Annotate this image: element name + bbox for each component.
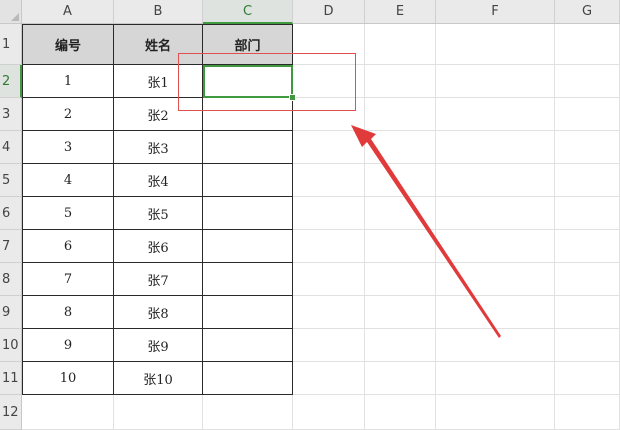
cell-f1[interactable]	[436, 24, 555, 65]
cell-c10[interactable]	[203, 329, 293, 362]
table-header-cell[interactable]: 编号	[22, 24, 114, 65]
cell-e2[interactable]	[365, 65, 436, 98]
row-header-7[interactable]: 7	[0, 230, 22, 263]
cell-d4[interactable]	[293, 131, 365, 164]
cell-a12[interactable]	[22, 395, 114, 430]
cell-e3[interactable]	[365, 98, 436, 131]
row-header-3[interactable]: 3	[0, 98, 22, 131]
cell-g8[interactable]	[555, 263, 620, 296]
cell-e12[interactable]	[365, 395, 436, 430]
cell-g3[interactable]	[555, 98, 620, 131]
column-header-f[interactable]: F	[436, 0, 555, 24]
cell-c7[interactable]	[203, 230, 293, 263]
cell-f9[interactable]	[436, 296, 555, 329]
cell-c6[interactable]	[203, 197, 293, 230]
cell-d9[interactable]	[293, 296, 365, 329]
cell-c8[interactable]	[203, 263, 293, 296]
cell-b9[interactable]: 张8	[114, 296, 203, 329]
cell-e4[interactable]	[365, 131, 436, 164]
cell-a3[interactable]: 2	[22, 98, 114, 131]
select-all-corner[interactable]	[0, 0, 22, 24]
cell-f4[interactable]	[436, 131, 555, 164]
column-header-a[interactable]: A	[22, 0, 114, 24]
cell-b12[interactable]	[114, 395, 203, 430]
annotation-highlight-box	[178, 53, 356, 111]
row-header-10[interactable]: 10	[0, 329, 22, 362]
cell-d5[interactable]	[293, 164, 365, 197]
cell-g2[interactable]	[555, 65, 620, 98]
cell-d12[interactable]	[293, 395, 365, 430]
cell-f5[interactable]	[436, 164, 555, 197]
row-header-11[interactable]: 11	[0, 362, 22, 395]
cell-b8[interactable]: 张7	[114, 263, 203, 296]
cell-d6[interactable]	[293, 197, 365, 230]
cell-e10[interactable]	[365, 329, 436, 362]
cell-d8[interactable]	[293, 263, 365, 296]
column-header-g[interactable]: G	[555, 0, 620, 24]
cell-a5[interactable]: 4	[22, 164, 114, 197]
cell-f6[interactable]	[436, 197, 555, 230]
row-header-5[interactable]: 5	[0, 164, 22, 197]
cell-d11[interactable]	[293, 362, 365, 395]
cell-b7[interactable]: 张6	[114, 230, 203, 263]
spreadsheet[interactable]: A B C D E F G 1 2 3 4 5 6 7 8 9 10 11 12 编号 姓名 部门 1 张1 2 张2 3 张3 4 张4…	[0, 0, 620, 430]
cell-c12[interactable]	[203, 395, 293, 430]
cell-e7[interactable]	[365, 230, 436, 263]
cell-f7[interactable]	[436, 230, 555, 263]
cell-f2[interactable]	[436, 65, 555, 98]
cell-b11[interactable]: 张10	[114, 362, 203, 395]
cell-e9[interactable]	[365, 296, 436, 329]
cell-a2[interactable]: 1	[22, 65, 114, 98]
cell-e11[interactable]	[365, 362, 436, 395]
cell-e6[interactable]	[365, 197, 436, 230]
cell-g9[interactable]	[555, 296, 620, 329]
row-header-8[interactable]: 8	[0, 263, 22, 296]
row-header-1[interactable]: 1	[0, 24, 22, 65]
cell-b5[interactable]: 张4	[114, 164, 203, 197]
column-header-b[interactable]: B	[114, 0, 203, 24]
cell-f8[interactable]	[436, 263, 555, 296]
cell-g11[interactable]	[555, 362, 620, 395]
cell-f12[interactable]	[436, 395, 555, 430]
cell-g7[interactable]	[555, 230, 620, 263]
cell-f10[interactable]	[436, 329, 555, 362]
column-header-d[interactable]: D	[293, 0, 365, 24]
cell-a9[interactable]: 8	[22, 296, 114, 329]
row-header-6[interactable]: 6	[0, 197, 22, 230]
row-header-4[interactable]: 4	[0, 131, 22, 164]
row-header-12[interactable]: 12	[0, 395, 22, 430]
cell-c5[interactable]	[203, 164, 293, 197]
cell-c9[interactable]	[203, 296, 293, 329]
cell-a7[interactable]: 6	[22, 230, 114, 263]
column-header-c[interactable]: C	[203, 0, 293, 24]
cell-g5[interactable]	[555, 164, 620, 197]
cell-g12[interactable]	[555, 395, 620, 430]
cell-g4[interactable]	[555, 131, 620, 164]
cell-f3[interactable]	[436, 98, 555, 131]
row-header-9[interactable]: 9	[0, 296, 22, 329]
cell-b6[interactable]: 张5	[114, 197, 203, 230]
cell-e8[interactable]	[365, 263, 436, 296]
cell-d7[interactable]	[293, 230, 365, 263]
cell-b10[interactable]: 张9	[114, 329, 203, 362]
cell-b4[interactable]: 张3	[114, 131, 203, 164]
cell-g10[interactable]	[555, 329, 620, 362]
column-header-e[interactable]: E	[365, 0, 436, 24]
cell-f11[interactable]	[436, 362, 555, 395]
row-header-2[interactable]: 2	[0, 65, 22, 98]
cell-e5[interactable]	[365, 164, 436, 197]
cell-a4[interactable]: 3	[22, 131, 114, 164]
cell-e1[interactable]	[365, 24, 436, 65]
cell-g1[interactable]	[555, 24, 620, 65]
cell-g6[interactable]	[555, 197, 620, 230]
cell-c11[interactable]	[203, 362, 293, 395]
cell-c4[interactable]	[203, 131, 293, 164]
cell-a10[interactable]: 9	[22, 329, 114, 362]
cell-d10[interactable]	[293, 329, 365, 362]
cell-a8[interactable]: 7	[22, 263, 114, 296]
cell-a6[interactable]: 5	[22, 197, 114, 230]
cell-a11[interactable]: 10	[22, 362, 114, 395]
